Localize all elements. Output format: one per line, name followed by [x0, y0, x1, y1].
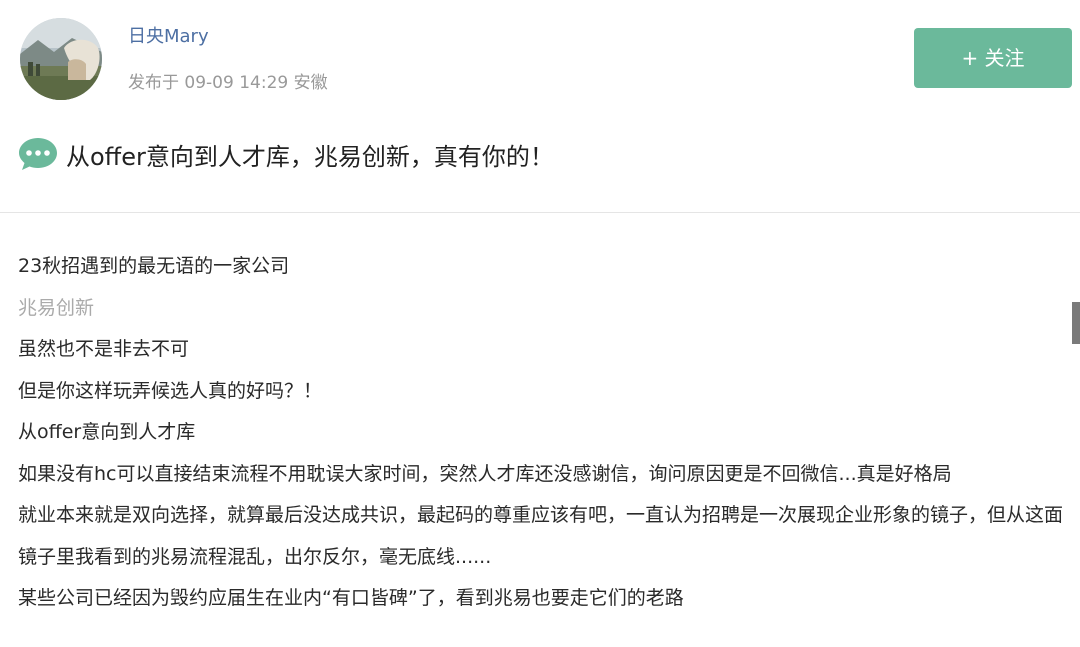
chat-bubble-icon	[19, 138, 57, 170]
post-meta: 发布于 09-09 14:29 安徽	[128, 73, 328, 93]
follow-button[interactable]: + 关注	[914, 28, 1072, 88]
content-line: 兆易创新	[18, 296, 95, 319]
content-line: 但是你这样玩弄候选人真的好吗？！	[18, 379, 323, 402]
content-line: 23秋招遇到的最无语的一家公司	[18, 255, 290, 277]
post-title: 从offer意向到人才库，兆易创新，真有你的！	[66, 142, 554, 171]
post-content: 23秋招遇到的最无语的一家公司 兆易创新 虽然也不是非去不可 但是你这样玩弄候选…	[18, 246, 1070, 620]
content-line: 虽然也不是非去不可	[18, 338, 190, 360]
content-line: 从offer意向到人才库	[18, 421, 196, 443]
content-line: 就业本来就是双向选择，就算最后没达成共识，最起码的尊重应该有吧，一直认为招聘是一…	[18, 504, 1064, 568]
content-line: 如果没有hc可以直接结束流程不用耽误大家时间，突然人才库还没感谢信，询问原因更是…	[18, 462, 952, 485]
post-title-row: 从offer意向到人才库，兆易创新，真有你的！	[18, 134, 554, 174]
avatar[interactable]	[20, 18, 102, 100]
divider	[0, 212, 1080, 213]
author-name[interactable]: 日央Mary	[128, 22, 209, 48]
content-line: 某些公司已经因为毁约应届生在业内“有口皆碑”了，看到兆易也要走它们的老路	[18, 587, 684, 609]
scrollbar-thumb[interactable]	[1072, 302, 1080, 344]
